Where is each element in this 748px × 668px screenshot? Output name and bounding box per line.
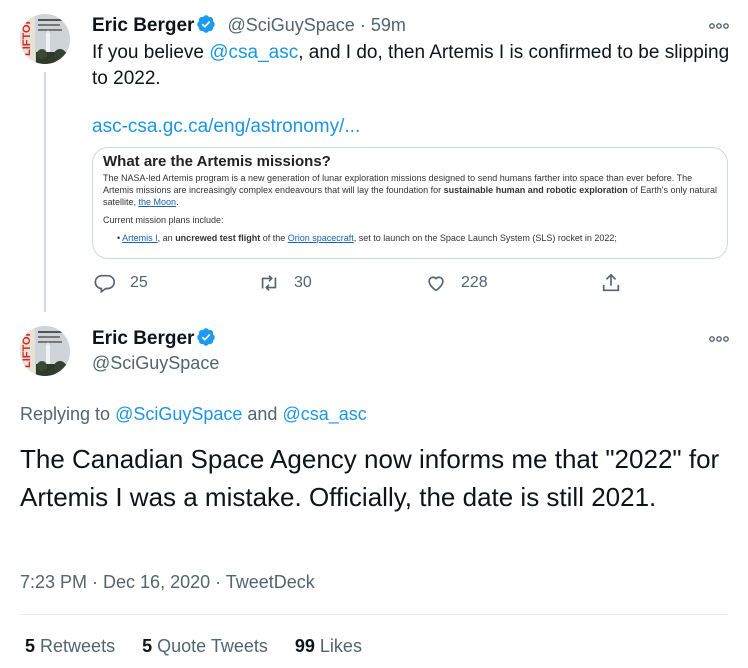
- mention-link[interactable]: @csa_asc: [209, 42, 298, 63]
- replying-to: Replying to @SciGuySpace and @csa_asc: [20, 404, 367, 425]
- card-paragraph: The NASA-led Artemis program is a new ge…: [103, 172, 717, 208]
- likes-label: Likes: [319, 636, 362, 656]
- quotes-count: 5: [142, 636, 153, 656]
- author-name[interactable]: Eric Berger: [92, 328, 194, 349]
- like-button[interactable]: 228: [425, 272, 488, 294]
- card-bold-text: sustainable human and robotic exploratio…: [443, 185, 628, 195]
- replying-and: and: [242, 404, 283, 424]
- avatar-image: LIFTOF: [20, 14, 70, 64]
- more-options-icon[interactable]: [708, 331, 730, 342]
- author-handle[interactable]: @SciGuySpace: [92, 353, 219, 374]
- card-text: of the: [260, 233, 288, 243]
- external-link[interactable]: asc-csa.gc.ca/eng/astronomy/...: [92, 116, 360, 138]
- retweet-button[interactable]: 30: [258, 272, 312, 294]
- quotes-label: Quote Tweets: [157, 636, 268, 656]
- reply-count: 25: [130, 274, 148, 291]
- quote-tweets-stat[interactable]: 5 Quote Tweets: [142, 636, 268, 656]
- avatar[interactable]: LIFTOF: [20, 326, 70, 376]
- svg-text:LIFTOF: LIFTOF: [21, 17, 33, 56]
- author-name[interactable]: Eric Berger: [92, 15, 194, 36]
- avatar-image: LIFTOF: [20, 326, 70, 376]
- card-link: Artemis I: [122, 233, 158, 243]
- tweet1-header: Eric Berger @SciGuySpace · 59m: [92, 14, 406, 37]
- verified-badge-icon: [196, 327, 216, 347]
- card-link: Orion spacecraft: [287, 233, 354, 243]
- card-link: the Moon: [138, 197, 177, 207]
- timestamp[interactable]: 59m: [371, 15, 406, 35]
- author-handle[interactable]: @SciGuySpace: [227, 15, 354, 35]
- likes-stat[interactable]: 99 Likes: [295, 636, 362, 656]
- tweet-meta[interactable]: 7:23 PM · Dec 16, 2020 · TweetDeck: [20, 572, 315, 593]
- mention-link[interactable]: @csa_asc: [282, 404, 366, 424]
- card-title: What are the Artemis missions?: [103, 153, 331, 170]
- thread-connector: [44, 72, 46, 312]
- link-preview-card[interactable]: What are the Artemis missions? The NASA-…: [92, 147, 728, 259]
- likes-count: 99: [294, 636, 315, 656]
- retweets-label: Retweets: [40, 636, 116, 656]
- tweet2-header: Eric Berger: [92, 327, 216, 350]
- verified-badge-icon: [196, 14, 216, 34]
- retweet-count: 30: [294, 274, 312, 291]
- avatar[interactable]: LIFTOF: [20, 14, 70, 64]
- stats-row: 5 Retweets 5 Quote Tweets 99 Likes: [25, 636, 362, 657]
- card-text: , set to launch on the Space Launch Syst…: [353, 233, 617, 243]
- separator: ·: [359, 15, 366, 35]
- retweets-count: 5: [25, 636, 36, 656]
- heart-icon: [428, 276, 444, 292]
- retweet-icon: [261, 275, 277, 291]
- tweet1-text: If you believe @csa_asc, and I do, then …: [92, 40, 732, 92]
- mention-link[interactable]: @SciGuySpace: [115, 404, 242, 424]
- more-options-icon[interactable]: [708, 18, 730, 29]
- reply-icon: [94, 274, 115, 294]
- share-button[interactable]: [600, 272, 636, 294]
- tweet-text: If you believe: [92, 42, 210, 63]
- reply-button[interactable]: 25: [94, 272, 148, 294]
- divider: [20, 614, 728, 615]
- card-bold-text: uncrewed test flight: [175, 233, 261, 243]
- main-tweet-text: The Canadian Space Agency now informs me…: [20, 444, 720, 512]
- svg-text:LIFTOF: LIFTOF: [21, 329, 33, 368]
- card-subheading: Current mission plans include:: [103, 215, 224, 225]
- card-text: .: [176, 197, 179, 207]
- card-list-item: • Artemis I, an uncrewed test flight of …: [117, 233, 617, 243]
- like-count: 228: [461, 274, 488, 291]
- share-icon: [602, 273, 620, 292]
- replying-label: Replying to: [20, 404, 116, 424]
- card-text: , an: [157, 233, 176, 243]
- retweets-stat[interactable]: 5 Retweets: [25, 636, 115, 656]
